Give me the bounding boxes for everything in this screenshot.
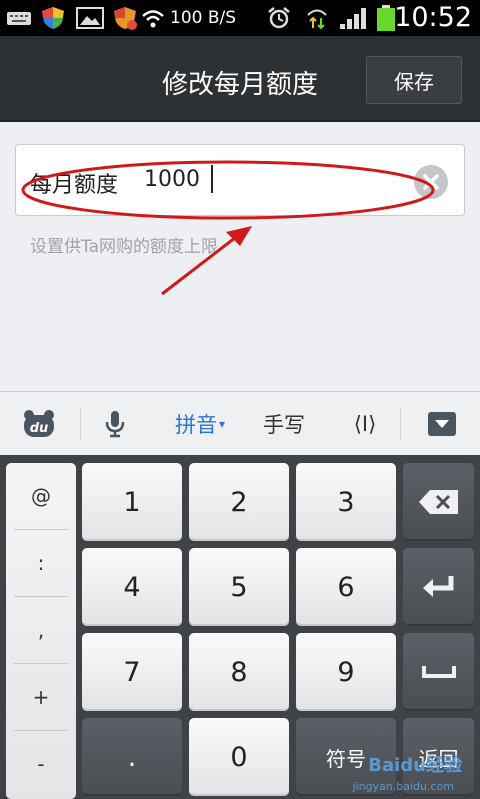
annotation-arrowhead: [226, 226, 252, 246]
battery-icon: [377, 5, 395, 31]
key-5[interactable]: 5: [189, 548, 289, 626]
key-1[interactable]: 1: [82, 463, 182, 541]
key-0[interactable]: 0: [189, 718, 289, 796]
symbol-key[interactable]: -: [6, 731, 76, 797]
data-transfer-icon: [307, 9, 327, 30]
key-6[interactable]: 6: [296, 548, 396, 626]
enter-icon: [422, 576, 453, 597]
key-9[interactable]: 9: [296, 633, 396, 711]
key-2[interactable]: 2: [189, 463, 289, 541]
shield-icon: [42, 7, 64, 29]
baidu-ime-logo[interactable]: du: [16, 392, 62, 456]
status-bar: 100 B/S 10:52: [0, 0, 480, 36]
symbol-key[interactable]: ,: [6, 597, 76, 663]
text-caret: [211, 165, 213, 193]
symbol-list[interactable]: @ : , + -: [6, 463, 76, 799]
image-icon: [76, 7, 104, 29]
baidu-logo-icon: du: [24, 410, 54, 437]
separator: [80, 408, 81, 440]
watermark-url: jingyan.baidu.com: [352, 780, 454, 793]
dot-key[interactable]: .: [82, 718, 182, 796]
symbol-key[interactable]: +: [6, 664, 76, 730]
space-key[interactable]: [403, 633, 474, 711]
limit-hint: 设置供Ta网购的额度上限: [30, 237, 218, 257]
shield-alert-icon: [114, 7, 137, 30]
monthly-limit-input[interactable]: 1000: [144, 167, 200, 192]
clock: 10:52: [394, 2, 472, 33]
form-area: 每月额度 1000 设置供Ta网购的额度上限: [0, 122, 480, 391]
title-bar: 修改每月额度 保存: [0, 36, 480, 122]
backspace-key[interactable]: [403, 463, 474, 541]
pinyin-mode-button[interactable]: 拼音 ▾: [168, 392, 232, 456]
key-3[interactable]: 3: [296, 463, 396, 541]
save-button[interactable]: 保存: [366, 56, 462, 104]
space-icon: [421, 666, 456, 678]
voice-input-button[interactable]: [94, 392, 136, 456]
backspace-icon: [418, 490, 458, 514]
symbol-key[interactable]: @: [6, 463, 76, 529]
alarm-icon: [268, 7, 290, 29]
key-4[interactable]: 4: [82, 548, 182, 626]
signal-icon: [340, 8, 366, 29]
field-label: 每月额度: [30, 173, 119, 198]
collapse-keyboard-icon: [428, 412, 456, 436]
key-8[interactable]: 8: [189, 633, 289, 711]
handwriting-mode-button[interactable]: 手写: [254, 392, 314, 456]
hide-keyboard-button[interactable]: [420, 392, 464, 456]
ime-toolbar: du 拼音 ▾ 手写 ⟨I⟩: [0, 391, 480, 455]
numeric-keyboard: @ : , + - 1 2 3 4 5 6 7 8 9 . 0 符号 返回 Ba…: [0, 455, 480, 799]
wifi-icon: [142, 10, 164, 28]
microphone-icon: [105, 411, 125, 438]
network-speed: 100 B/S: [170, 8, 237, 28]
watermark-brand: Baidu经验: [368, 755, 462, 776]
keyboard-icon: [7, 12, 31, 25]
separator: [400, 408, 401, 440]
monthly-limit-field[interactable]: 每月额度 1000: [15, 144, 465, 216]
enter-key[interactable]: [403, 548, 474, 626]
key-7[interactable]: 7: [82, 633, 182, 711]
dropdown-arrow-icon: ▾: [218, 417, 226, 431]
symbol-key[interactable]: :: [6, 530, 76, 596]
cursor-control-button[interactable]: ⟨I⟩: [340, 392, 390, 456]
clear-icon[interactable]: [414, 165, 448, 199]
svg-text:du: du: [30, 421, 49, 436]
